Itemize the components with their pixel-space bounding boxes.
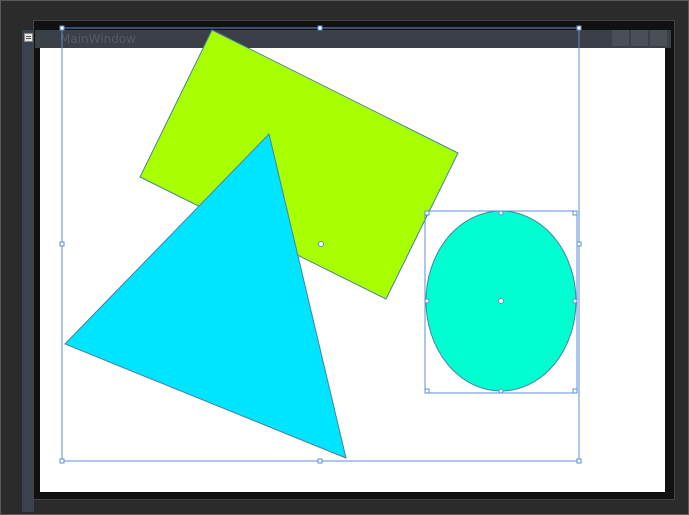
resize-handle-bottom-right[interactable]: [576, 458, 582, 464]
resize-handle-bottom-left[interactable]: [59, 458, 65, 464]
ellipse-center-handle[interactable]: [498, 298, 504, 304]
resize-handle-top[interactable]: [317, 25, 323, 31]
ellipse-handle-bottom-right[interactable]: [572, 388, 578, 394]
ellipse-handle-bottom[interactable]: [498, 388, 504, 394]
resize-handle-left[interactable]: [59, 241, 65, 247]
ellipse-handle-top-left[interactable]: [424, 210, 430, 216]
resize-handle-top-left[interactable]: [59, 25, 65, 31]
ellipse-handle-bottom-left[interactable]: [424, 388, 430, 394]
ellipse-handle-top[interactable]: [498, 210, 504, 216]
drawing-canvas[interactable]: [0, 0, 689, 515]
ellipse-handle-left[interactable]: [424, 298, 430, 304]
ellipse-handle-top-right[interactable]: [572, 210, 578, 216]
resize-handle-bottom[interactable]: [317, 458, 323, 464]
resize-handle-right[interactable]: [576, 241, 582, 247]
rotation-center-group[interactable]: [318, 241, 324, 247]
ellipse-handle-right[interactable]: [572, 298, 578, 304]
resize-handle-top-right[interactable]: [576, 25, 582, 31]
